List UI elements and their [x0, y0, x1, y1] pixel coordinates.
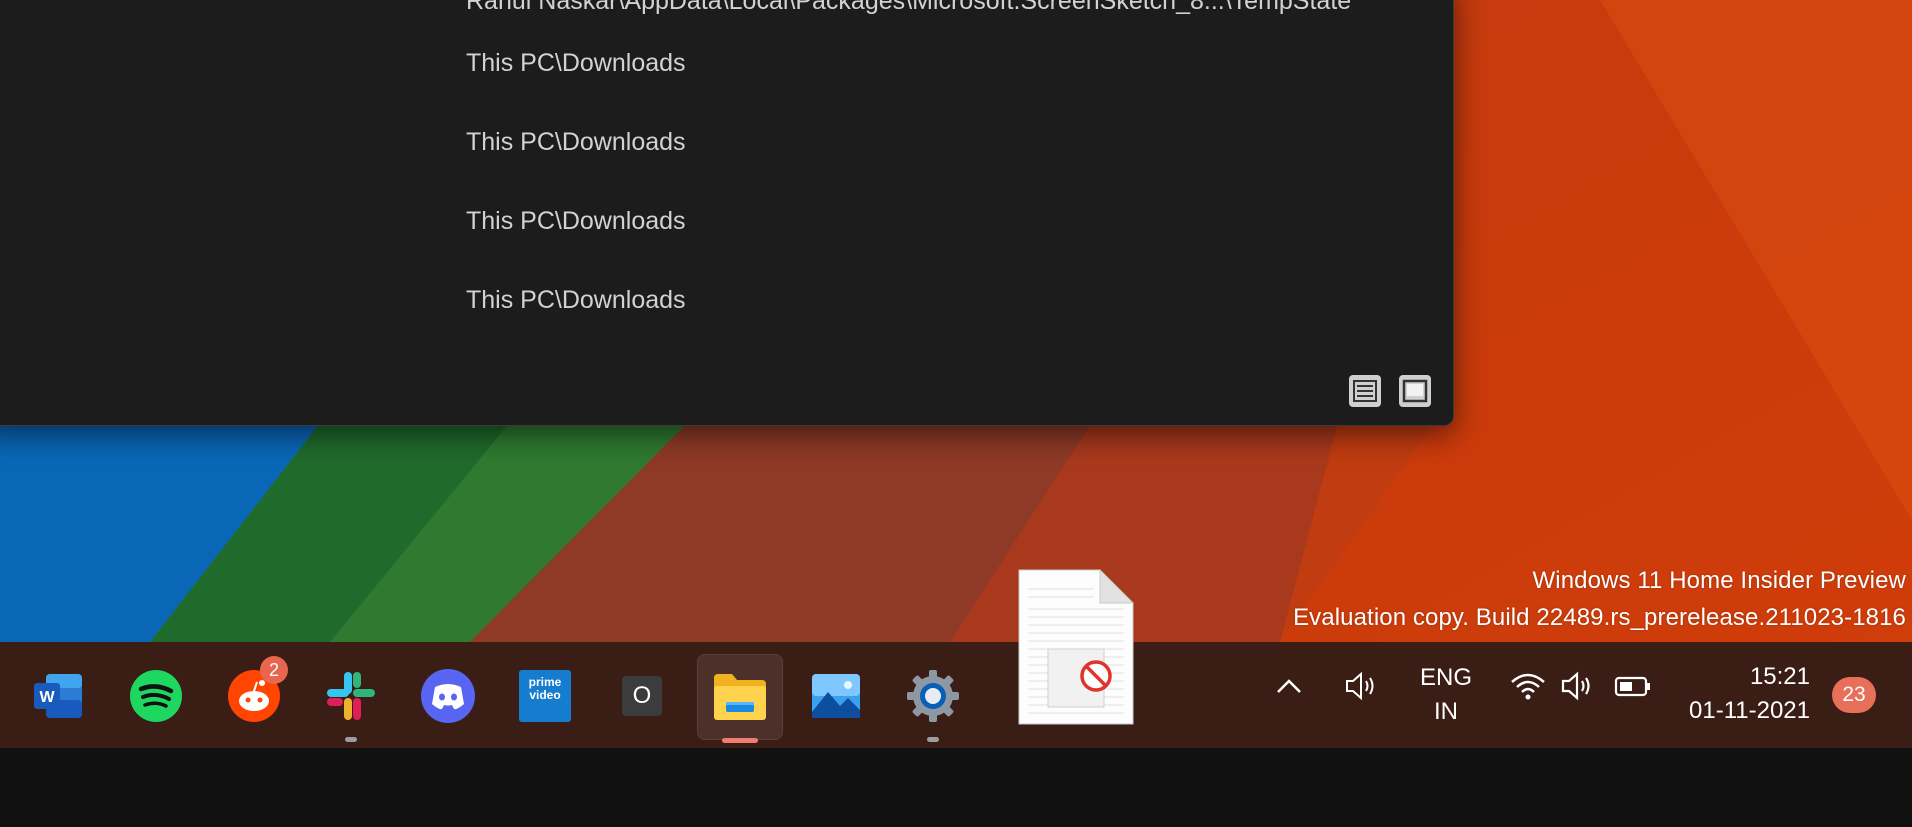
- photos-icon: [812, 674, 860, 718]
- large-icons-view-icon: [1402, 379, 1428, 403]
- details-view-icon: [1353, 380, 1377, 402]
- spotify-icon: [130, 670, 182, 722]
- dragged-file[interactable]: [1018, 568, 1135, 725]
- svg-text:W: W: [39, 689, 55, 706]
- chevron-up-icon: [1277, 679, 1301, 693]
- region-code: IN: [1434, 698, 1458, 725]
- wifi-icon: [1511, 673, 1545, 693]
- running-indicator: [927, 737, 939, 742]
- taskbar-slack[interactable]: [309, 654, 393, 742]
- prime-video-logo-text: prime video: [503, 676, 587, 702]
- file-row-location[interactable]: This PC\Downloads: [466, 207, 686, 236]
- clock[interactable]: 15:21 01-11-2021: [1680, 660, 1810, 728]
- taskbar-spotify[interactable]: [114, 654, 198, 738]
- narrator-audio-button[interactable]: [1342, 668, 1382, 709]
- reddit-badge: 2: [260, 656, 288, 684]
- file-row-location[interactable]: Rahul Naskar\AppData\Local\Packages\Micr…: [466, 0, 1351, 16]
- volume-icon: [1561, 671, 1590, 701]
- taskbar-discord[interactable]: [406, 654, 490, 738]
- large-icons-view-button[interactable]: [1399, 375, 1431, 407]
- file-explorer-window: Rahul Naskar\AppData\Local\Packages\Micr…: [0, 0, 1454, 426]
- word-icon: W: [34, 674, 82, 718]
- taskbar-word[interactable]: W: [16, 654, 100, 738]
- discord-icon: [421, 669, 475, 723]
- active-indicator: [722, 738, 758, 743]
- file-row-location[interactable]: This PC\Downloads: [466, 128, 686, 157]
- no-drop-icon: [1080, 660, 1112, 692]
- file-row-location[interactable]: This PC\Downloads: [466, 286, 686, 315]
- taskbar-reddit[interactable]: 2: [212, 654, 296, 738]
- speaker-icon: [1346, 671, 1374, 701]
- taskbar: W 2 prime video O ENG IN 15:21 01-11-202…: [0, 642, 1912, 748]
- video-label: video: [529, 688, 561, 702]
- taskbar-settings[interactable]: [891, 654, 975, 742]
- language-code: ENG: [1419, 664, 1472, 691]
- file-row-location[interactable]: This PC\Downloads: [466, 49, 686, 78]
- taskbar-photos[interactable]: [794, 654, 878, 738]
- details-view-button[interactable]: [1349, 375, 1381, 407]
- windows-watermark: Windows 11 Home Insider Preview Evaluati…: [1293, 562, 1906, 636]
- taskbar-obs[interactable]: O: [600, 654, 684, 738]
- battery-icon: [1614, 676, 1650, 697]
- settings-icon: [907, 670, 959, 722]
- show-hidden-icons-button[interactable]: [1272, 670, 1306, 709]
- file-explorer-icon: [714, 674, 766, 720]
- quick-settings-icons: [1511, 671, 1650, 701]
- quick-settings-button[interactable]: [1508, 666, 1658, 711]
- language-indicator[interactable]: ENG IN: [1413, 661, 1479, 729]
- obs-icon: O: [622, 676, 662, 716]
- taskbar-file-explorer[interactable]: [697, 654, 783, 743]
- clock-time: 15:21: [1749, 663, 1810, 690]
- watermark-line-1: Windows 11 Home Insider Preview: [1532, 567, 1906, 594]
- running-indicator: [345, 737, 357, 742]
- taskbar-prime-video[interactable]: prime video: [503, 654, 587, 738]
- watermark-line-2: Evaluation copy. Build 22489.rs_prerelea…: [1293, 604, 1906, 631]
- blank-document-icon: [1018, 568, 1135, 725]
- slack-icon: [327, 672, 375, 720]
- clock-date: 01-11-2021: [1689, 697, 1810, 724]
- notification-center-badge[interactable]: 23: [1832, 677, 1876, 713]
